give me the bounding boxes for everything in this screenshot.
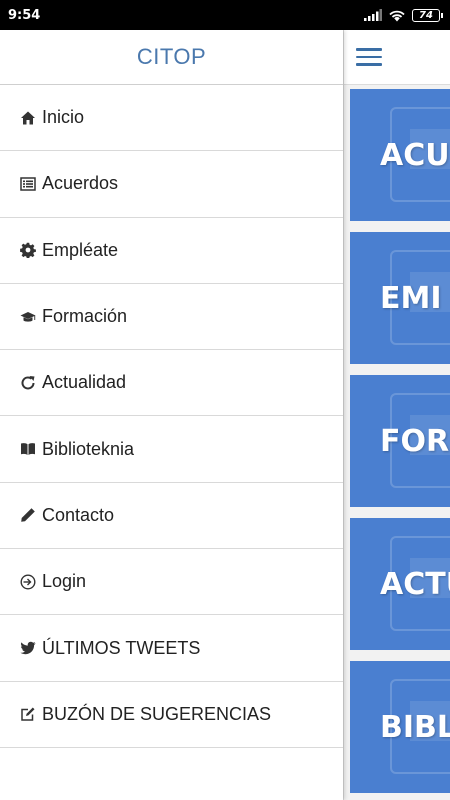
edit-icon — [20, 706, 36, 722]
pencil-icon — [20, 507, 36, 523]
menu-item-login[interactable]: Login — [0, 549, 343, 616]
tile-label: ACTU — [380, 566, 450, 602]
menu-item-label: BUZÓN DE SUGERENCIAS — [42, 703, 272, 724]
menu-item-biblioteknia[interactable]: Biblioteknia — [0, 416, 343, 483]
hamburger-menu-icon[interactable] — [356, 48, 382, 66]
tile-label: ACU — [380, 137, 450, 173]
wifi-icon — [389, 10, 405, 21]
menu-item-actualidad[interactable]: Actualidad — [0, 350, 343, 417]
status-icons: 74 — [364, 8, 443, 22]
menu-item-contacto[interactable]: Contacto — [0, 483, 343, 550]
menu-item-empleate[interactable]: Empléate — [0, 218, 343, 284]
main-header — [344, 30, 450, 85]
list-icon — [20, 176, 36, 192]
tile-empleate[interactable]: EMI — [350, 232, 450, 364]
menu-item-label: Formación — [42, 306, 128, 327]
tile-actualidad[interactable]: ACTU — [350, 518, 450, 650]
status-time: 9:54 — [8, 7, 41, 23]
refresh-icon — [20, 375, 36, 391]
tile-label: FORI — [380, 423, 450, 459]
menu-item-label: ÚLTIMOS TWEETS — [42, 637, 201, 658]
tile-biblioteknia[interactable]: BIBLI — [350, 661, 450, 793]
menu-item-acuerdos[interactable]: Acuerdos — [0, 151, 343, 218]
tile-formacion[interactable]: FORI — [350, 375, 450, 507]
drawer-title: CITOP — [136, 44, 207, 69]
graduation-cap-icon — [20, 309, 36, 325]
main-content: ACU EMI FORI ACTU BIBLI — [343, 30, 450, 800]
drawer-header: CITOP — [0, 30, 343, 85]
menu-item-ultimos-tweets[interactable]: ÚLTIMOS TWEETS — [0, 615, 343, 682]
twitter-icon — [20, 640, 36, 656]
tile-acuerdos[interactable]: ACU — [350, 89, 450, 221]
menu-item-label: Biblioteknia — [42, 438, 135, 459]
menu-item-label: Contacto — [42, 504, 115, 525]
menu-item-label: Empléate — [42, 239, 119, 260]
tile-label: EMI — [380, 280, 442, 316]
status-bar: 9:54 74 — [0, 0, 450, 30]
book-icon — [20, 441, 36, 457]
signal-icon — [364, 9, 382, 21]
tile-list: ACU EMI FORI ACTU BIBLI — [344, 85, 450, 793]
home-icon — [20, 110, 36, 126]
menu-item-label: Inicio — [42, 107, 85, 128]
gear-icon — [20, 242, 36, 259]
navigation-drawer: CITOP Inicio Acuerdos Empléate Formación… — [0, 30, 343, 800]
menu-item-formacion[interactable]: Formación — [0, 284, 343, 351]
menu-item-buzon-sugerencias[interactable]: BUZÓN DE SUGERENCIAS — [0, 682, 343, 748]
tile-label: BIBLI — [380, 709, 450, 745]
menu-item-label: Login — [42, 571, 87, 592]
menu-item-label: Acuerdos — [42, 173, 119, 194]
login-icon — [20, 574, 36, 590]
menu-item-inicio[interactable]: Inicio — [0, 85, 343, 152]
menu-item-label: Actualidad — [42, 372, 127, 393]
battery-icon: 74 — [412, 8, 443, 22]
